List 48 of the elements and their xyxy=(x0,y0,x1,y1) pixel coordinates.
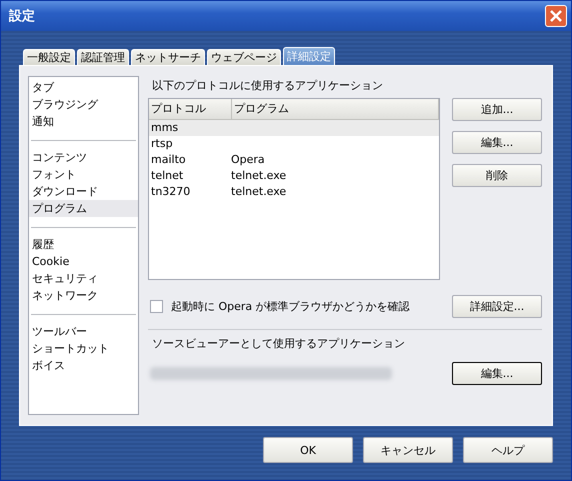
sidebar-item[interactable]: Cookie xyxy=(29,253,138,270)
advanced-button[interactable]: 詳細設定... xyxy=(452,294,542,318)
sidebar-item[interactable]: ネットワーク xyxy=(29,287,138,304)
dialog-button[interactable]: キャンセル xyxy=(363,437,453,463)
window-title: 設定 xyxy=(9,8,35,25)
sidebar-item[interactable]: コンテンツ xyxy=(29,149,138,166)
sidebar-item[interactable]: タブ xyxy=(29,79,138,96)
section-label: 以下のプロトコルに使用するアプリケーション xyxy=(151,78,384,94)
table-cell-text: rtsp xyxy=(151,136,174,152)
column-header[interactable]: プロトコル xyxy=(149,99,232,119)
sidebar-item[interactable]: 履歴 xyxy=(29,236,138,253)
table-cell: telnet.exe xyxy=(231,168,286,184)
sidebar-item[interactable]: セキュリティ xyxy=(29,270,138,287)
table-cell-text: tn3270 xyxy=(151,184,192,200)
sidebar-item[interactable]: 通知 xyxy=(29,113,138,130)
table-cell: telnet.exe xyxy=(231,184,286,200)
list-row[interactable]: telnet telnet.exe xyxy=(149,168,439,184)
table-cell: Opera xyxy=(231,152,265,168)
sidebar-item[interactable]: ボイス xyxy=(29,357,138,374)
table-cell-text: mms xyxy=(151,120,180,136)
table-cell-text: mailto xyxy=(151,152,187,168)
action-button[interactable]: 編集... xyxy=(452,131,542,154)
action-button[interactable]: 削除 xyxy=(452,164,542,187)
edit-button[interactable]: 編集... xyxy=(452,362,542,385)
list-row[interactable]: mms xyxy=(149,120,439,136)
sidebar-item[interactable]: プログラム xyxy=(29,200,138,217)
sidebar-item[interactable]: ショートカット xyxy=(29,340,138,357)
sidebar-item[interactable]: フォント xyxy=(29,166,138,183)
tab[interactable]: 一般設定 xyxy=(23,49,75,65)
sidebar-item[interactable]: ツールバー xyxy=(29,323,138,340)
tab[interactable]: ウェブページ xyxy=(207,49,281,65)
column-header[interactable]: プログラム xyxy=(232,99,439,119)
close-button[interactable] xyxy=(545,5,567,27)
dialog-button[interactable]: ヘルプ xyxy=(463,437,553,463)
dialog-button[interactable]: OK xyxy=(263,437,353,463)
checkbox[interactable] xyxy=(150,300,163,312)
list-row[interactable]: tn3270 telnet.exe xyxy=(149,184,439,200)
checkbox-label: 起動時に Opera が標準ブラウザかどうかを確認 xyxy=(171,298,411,314)
tab[interactable]: 認証管理 xyxy=(77,49,129,65)
section-label: ソースビューアーとして使用するアプリケーション xyxy=(151,336,406,352)
close-icon xyxy=(550,10,562,22)
table-cell-text: telnet xyxy=(151,168,184,184)
sidebar-item[interactable]: ダウンロード xyxy=(29,183,138,200)
tab[interactable]: ネットサーチ xyxy=(131,49,205,65)
list-row[interactable]: mailto Opera xyxy=(149,152,439,168)
list-row[interactable]: rtsp xyxy=(149,136,439,152)
action-button[interactable]: 追加... xyxy=(452,98,542,121)
sidebar-item[interactable]: ブラウジング xyxy=(29,96,138,113)
